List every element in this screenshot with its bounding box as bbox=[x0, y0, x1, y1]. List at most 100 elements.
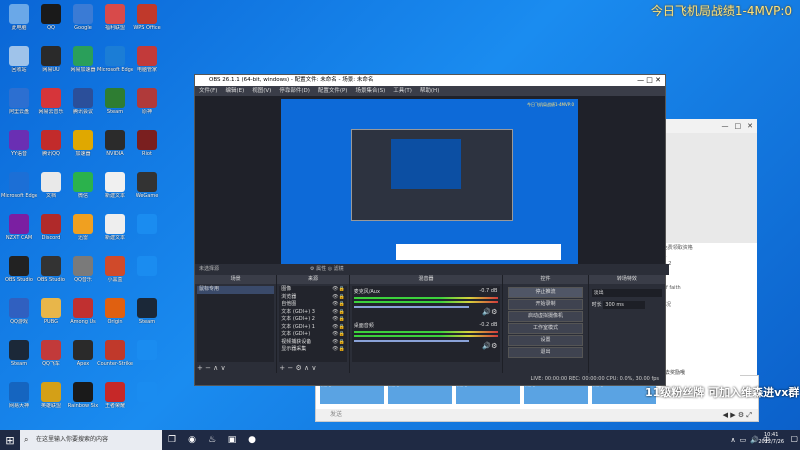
obs-menu-item[interactable]: 编辑(E) bbox=[225, 86, 244, 96]
source-item[interactable]: 显示器采集 👁🔒 bbox=[279, 346, 346, 354]
visibility-lock-icon[interactable]: 👁🔒 bbox=[332, 324, 345, 332]
scenes-list[interactable]: 鼠标专用 bbox=[197, 286, 275, 362]
desktop-icon[interactable]: 王者荣耀 bbox=[97, 380, 133, 416]
duration-input[interactable]: 300 ms bbox=[603, 301, 646, 309]
desktop-icon[interactable]: Apex bbox=[65, 338, 101, 374]
desktop-icon[interactable]: NZXT CAM bbox=[1, 212, 37, 248]
obs-menu-item[interactable]: 视图(V) bbox=[252, 86, 271, 96]
mute-gear-icon[interactable]: 🔊⚙ bbox=[482, 342, 497, 350]
properties-button[interactable]: ⚙ 属性 bbox=[310, 266, 326, 272]
desktop-icon[interactable]: QQ游戏 bbox=[1, 296, 37, 332]
desktop-icon[interactable]: 迅雷 bbox=[65, 212, 101, 248]
visibility-lock-icon[interactable]: 👁🔒 bbox=[332, 331, 345, 339]
desktop-icon[interactable]: 文档 bbox=[33, 170, 69, 206]
source-item[interactable]: 自他图 👁🔒 bbox=[279, 301, 346, 309]
notification-icon[interactable]: ▢ bbox=[790, 434, 798, 443]
desktop-icon[interactable]: Steam bbox=[97, 86, 133, 122]
control-button[interactable]: 工作室模式 bbox=[508, 323, 583, 334]
desktop-icon[interactable]: 网易加速器 bbox=[65, 44, 101, 80]
transition-select[interactable]: 淡出 bbox=[591, 289, 662, 297]
source-item[interactable]: 文本 (GDI+) 2 👁🔒 bbox=[279, 316, 346, 324]
window-controls[interactable]: — □ ✕ bbox=[637, 75, 661, 86]
desktop-icon[interactable]: QQ音乐 bbox=[65, 254, 101, 290]
desktop-icon[interactable]: 福利联盟 bbox=[97, 2, 133, 38]
minimize-icon[interactable]: — bbox=[722, 122, 729, 130]
windows-start-icon[interactable]: ⊞ bbox=[0, 434, 20, 447]
desktop-icon[interactable]: 英雄联盟 bbox=[33, 380, 69, 416]
desktop-icon[interactable]: Counter-Strike bbox=[97, 338, 133, 374]
source-item[interactable]: 文本 (GDI+) 3 👁🔒 bbox=[279, 309, 346, 317]
obs-menu-item[interactable]: 配置文件(P) bbox=[318, 86, 348, 96]
source-item[interactable]: 图像 👁🔒 bbox=[279, 286, 346, 294]
visibility-lock-icon[interactable]: 👁🔒 bbox=[332, 346, 345, 354]
desktop-icon[interactable]: Google bbox=[65, 2, 101, 38]
desktop-icon[interactable]: QQ飞车 bbox=[33, 338, 69, 374]
desktop-icon[interactable]: OBS Studio bbox=[1, 254, 37, 290]
desktop-icon[interactable]: 网易大神 bbox=[1, 380, 37, 416]
chat-input[interactable]: 发送 bbox=[316, 409, 758, 421]
desktop-icon[interactable]: Microsoft Edge bbox=[1, 170, 37, 206]
obs-menu-item[interactable]: 场景集合(S) bbox=[355, 86, 385, 96]
obs-menu-item[interactable]: 文件(F) bbox=[199, 86, 217, 96]
source-item[interactable]: 浏览器 👁🔒 bbox=[279, 294, 346, 302]
desktop-icon[interactable]: 腾讯会议 bbox=[65, 86, 101, 122]
obs-preview-canvas[interactable]: 今日飞机局战绩1-4MVP:0 bbox=[281, 99, 578, 266]
control-button[interactable]: 开始录制 bbox=[508, 299, 583, 310]
visibility-lock-icon[interactable]: 👁🔒 bbox=[332, 301, 345, 309]
scenes-footer-controls[interactable]: + − ∧ ∨ bbox=[197, 364, 226, 372]
desktop-icon[interactable] bbox=[129, 254, 165, 290]
task-view-icon[interactable]: ❐ bbox=[162, 430, 182, 450]
obs-menu-item[interactable]: 停靠部件(D) bbox=[279, 86, 310, 96]
desktop-icon[interactable]: 新建文本 bbox=[97, 212, 133, 248]
desktop-icon[interactable]: PUBG bbox=[33, 296, 69, 332]
desktop-icon[interactable]: 网易UU bbox=[33, 44, 69, 80]
obs-menu-item[interactable]: 帮助(H) bbox=[420, 86, 439, 96]
strip-controls[interactable]: ◀ ▶ ⚙ ⤢ bbox=[723, 411, 752, 420]
desktop-icon[interactable]: 新建文本 bbox=[97, 170, 133, 206]
desktop-icon[interactable] bbox=[129, 380, 165, 416]
desktop-icon[interactable]: Rainbow Six bbox=[65, 380, 101, 416]
edge-icon[interactable]: ◉ bbox=[182, 430, 202, 450]
visibility-lock-icon[interactable]: 👁🔒 bbox=[332, 309, 345, 317]
desktop-icon[interactable]: WPS Office bbox=[129, 2, 165, 38]
sources-list[interactable]: 图像 👁🔒 浏览器 👁🔒 自他图 👁🔒 文本 (GDI+) 3 👁🔒 文本 (GDI+) 2 👁🔒… bbox=[279, 286, 347, 362]
desktop-icon[interactable]: 腾讯QQ bbox=[33, 128, 69, 164]
obs-menu-item[interactable]: 工具(T) bbox=[393, 86, 412, 96]
desktop-icon[interactable]: 网易云音乐 bbox=[33, 86, 69, 122]
desktop-icon[interactable]: QQ bbox=[33, 2, 69, 38]
visibility-lock-icon[interactable]: 👁🔒 bbox=[332, 339, 345, 347]
desktop-icon[interactable]: Steam bbox=[129, 296, 165, 332]
scene-item[interactable]: 鼠标专用 bbox=[197, 286, 275, 294]
desktop-icon[interactable] bbox=[129, 212, 165, 248]
desktop-icon[interactable]: Microsoft Edge bbox=[97, 44, 133, 80]
volume-slider[interactable] bbox=[353, 340, 470, 342]
desktop-icon[interactable]: 阿里云盘 bbox=[1, 86, 37, 122]
desktop-icon[interactable]: 此电脑 bbox=[1, 2, 37, 38]
volume-slider[interactable] bbox=[353, 306, 470, 308]
visibility-lock-icon[interactable]: 👁🔒 bbox=[332, 286, 345, 294]
steam-icon[interactable]: ♨ bbox=[202, 430, 222, 450]
desktop-icon[interactable]: Among Us bbox=[65, 296, 101, 332]
desktop-icon[interactable]: 小黑盒 bbox=[97, 254, 133, 290]
desktop-icon[interactable]: WeGame bbox=[129, 170, 165, 206]
visibility-lock-icon[interactable]: 👁🔒 bbox=[332, 294, 345, 302]
obs-taskbar-icon[interactable]: ● bbox=[242, 430, 262, 450]
desktop-icon[interactable] bbox=[129, 338, 165, 374]
source-item[interactable]: 文本 (GDI+) 1 👁🔒 bbox=[279, 324, 346, 332]
game-icon[interactable]: ▣ bbox=[222, 430, 242, 450]
desktop-icon[interactable]: YY语音 bbox=[1, 128, 37, 164]
control-button[interactable]: 启动虚拟摄像机 bbox=[508, 311, 583, 322]
visibility-lock-icon[interactable]: 👁🔒 bbox=[332, 316, 345, 324]
desktop-icon[interactable]: Riot bbox=[129, 128, 165, 164]
desktop-icon[interactable]: Origin bbox=[97, 296, 133, 332]
close-icon[interactable]: ✕ bbox=[747, 122, 753, 130]
maximize-icon[interactable]: □ bbox=[735, 122, 742, 130]
desktop-icon[interactable]: NVIDIA bbox=[97, 128, 133, 164]
obs-window[interactable]: OBS 26.1.1 (64-bit, windows) - 配置文件: 未命名… bbox=[194, 74, 669, 386]
desktop-icon[interactable]: 微信 bbox=[65, 170, 101, 206]
filters-button[interactable]: ◎ 滤镜 bbox=[328, 266, 344, 272]
desktop-icon[interactable]: 电脑管家 bbox=[129, 44, 165, 80]
taskbar-clock[interactable]: 10:41 2022/7/26 bbox=[758, 432, 784, 446]
mute-gear-icon[interactable]: 🔊⚙ bbox=[482, 308, 497, 316]
desktop-icon[interactable]: Steam bbox=[1, 338, 37, 374]
